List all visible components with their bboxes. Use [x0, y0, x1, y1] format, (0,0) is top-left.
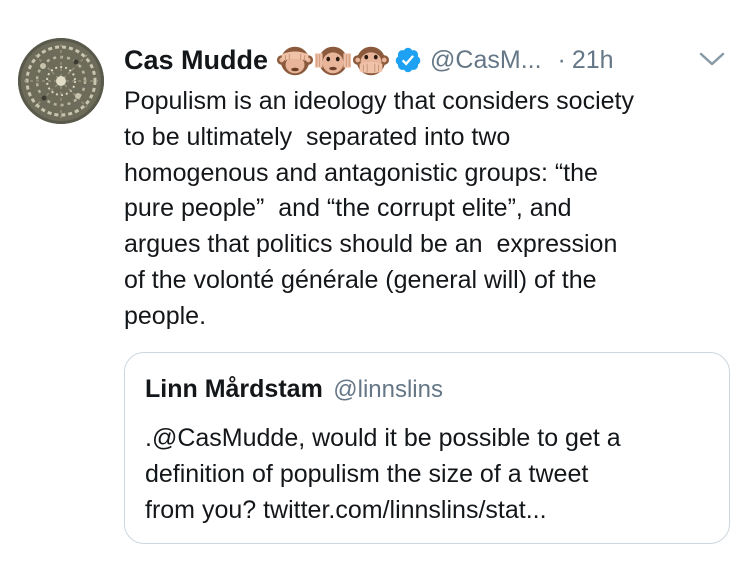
tweet-text-line: to be ultimately separated into two — [124, 122, 511, 151]
tweet-text-line: pure people” and “the corrupt elite”, an… — [124, 194, 572, 223]
see-no-evil-monkey-icon — [276, 46, 314, 76]
speak-no-evil-monkey-icon — [352, 46, 390, 76]
tweet-text: Populism is an ideology that considers s… — [124, 84, 734, 335]
author-name[interactable]: Cas Mudde — [124, 45, 268, 76]
quoted-author-name: Linn Mårdstam — [145, 375, 323, 403]
author-handle[interactable]: @CasM... — [430, 46, 542, 75]
hear-no-evil-monkey-icon — [314, 46, 352, 76]
quoted-tweet-card[interactable]: Linn Mårdstam @linnslins .@CasMudde, wou… — [124, 352, 730, 544]
quoted-text-line: definition of populism the size of a twe… — [145, 459, 589, 488]
name-emojis — [276, 41, 390, 79]
tweet-text-line: argues that politics should be an expres… — [124, 230, 618, 259]
tweet-timestamp[interactable]: 21h — [572, 46, 614, 75]
separator-dot: · — [557, 45, 566, 74]
quoted-tweet-text: .@CasMudde, would it be possible to get … — [145, 421, 715, 528]
quoted-text-line: from you? twitter.com/linnslins/stat... — [145, 495, 547, 524]
tweet-text-line: people. — [124, 301, 207, 330]
verified-badge-icon — [395, 47, 421, 73]
quoted-text-line: .@CasMudde, would it be possible to get … — [145, 424, 621, 452]
tweet-text-line: homogenous and antagonistic groups: “the — [124, 158, 598, 187]
tweet-header: Cas Mudde @CasM... · 21h — [124, 40, 734, 80]
quoted-author-handle: @linnslins — [333, 376, 443, 403]
avatar[interactable] — [18, 38, 104, 124]
tweet-text-line: Populism is an ideology that considers s… — [124, 87, 634, 115]
tweet-text-line: of the volonté générale (general will) o… — [124, 265, 597, 294]
quoted-tweet-header: Linn Mårdstam @linnslins — [145, 375, 443, 404]
chevron-down-icon[interactable] — [697, 48, 727, 72]
